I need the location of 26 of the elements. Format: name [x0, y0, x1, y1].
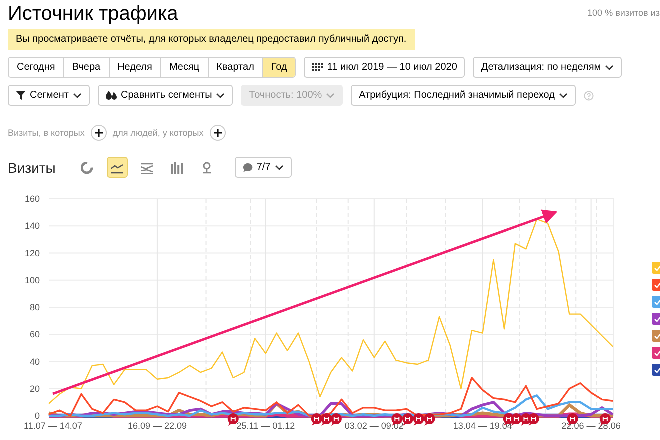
section-title: Визиты [8, 160, 56, 176]
axis-label: 60 [30, 330, 40, 340]
axis-label: 100 [24, 275, 40, 286]
public-access-notice: Вы просматриваете отчёты, для которых владелец предоставил публичный доступ. [8, 29, 415, 50]
notes-dropdown[interactable]: 7/7 [234, 157, 292, 178]
condition-text: Визиты, в которых [8, 128, 85, 138]
attribution-dropdown[interactable]: Атрибуция: Последний значимый переход [351, 85, 576, 106]
axis-label: 140 [24, 221, 40, 232]
axis-label: 80 [30, 302, 40, 312]
axis-label: 120 [24, 248, 40, 258]
detail-dropdown[interactable]: Детализация: по неделям [473, 57, 622, 78]
visits-share-text: 100 % визитов из [588, 7, 660, 18]
period-tab[interactable]: Сегодня [9, 58, 64, 77]
axis-label: 160 [24, 194, 40, 204]
condition-text: для людей, у которых [112, 128, 204, 138]
segment-dropdown[interactable]: Сегмент [8, 85, 90, 106]
compare-segments-dropdown[interactable]: Сравнить сегменты [98, 85, 234, 106]
axis-label: 11.07 — 14.07 [24, 421, 82, 431]
date-range-button[interactable]: 11 июл 2019 — 10 июл 2020 [304, 57, 466, 78]
axis-label: 20 [30, 384, 40, 394]
period-tab[interactable]: Год [263, 58, 296, 77]
axis-label: 25.11 — 01.12 [236, 421, 296, 431]
page-title: Источник трафика [8, 2, 178, 26]
axis-label: 0 [34, 411, 40, 421]
axis-label: 40 [30, 356, 40, 367]
axis-label: 16.09 — 22.09 [128, 421, 187, 431]
